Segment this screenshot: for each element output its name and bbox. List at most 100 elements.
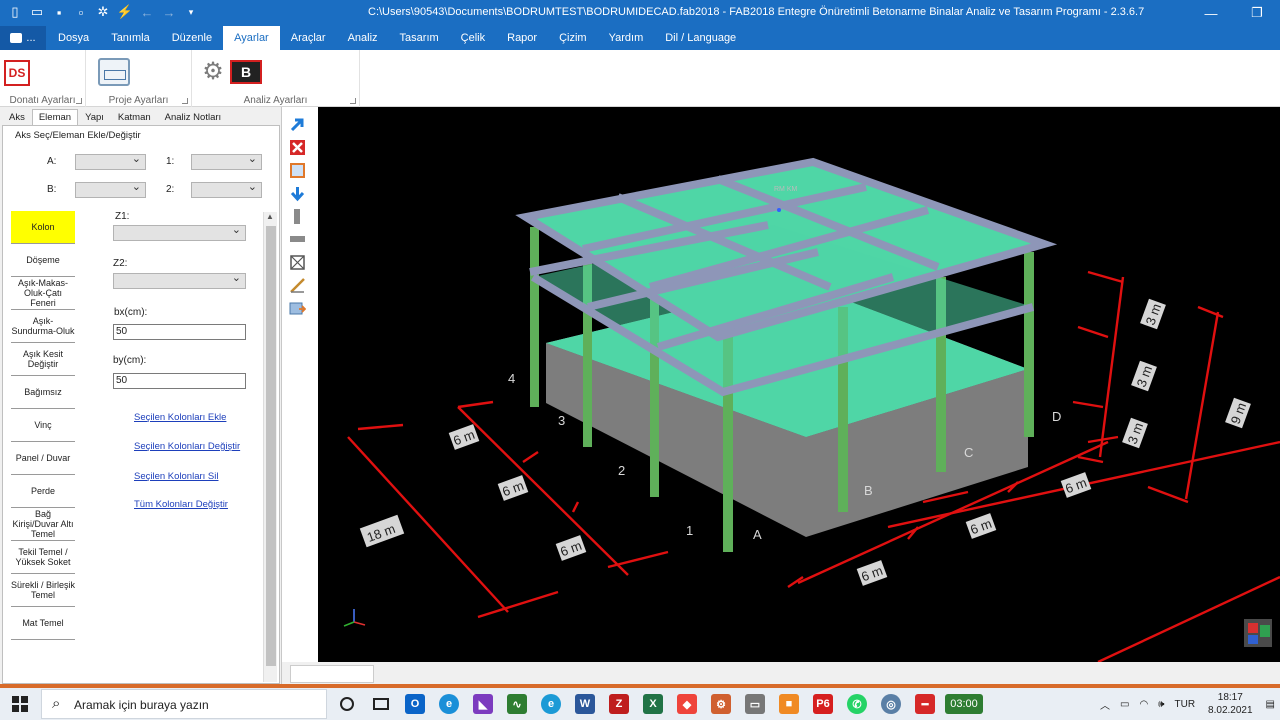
slab-tool-icon[interactable] [289,254,306,271]
new-file-icon[interactable]: ▯ [6,3,24,21]
export-image-icon[interactable] [289,300,306,317]
fab2018-icon[interactable]: ━ [908,688,942,720]
settings-icon[interactable]: ✲ [94,3,112,21]
scroll-up-icon[interactable]: ▲ [266,212,274,221]
internet-explorer-icon[interactable]: e [534,688,568,720]
command-input[interactable] [290,665,374,683]
by-input[interactable]: 50 [113,373,246,389]
dialog-launcher-icon[interactable] [350,98,356,104]
customize-qat-icon[interactable]: ▾ [182,3,200,21]
clock[interactable]: 18:17 8.02.2021 [1200,691,1261,717]
menu-cizim[interactable]: Çizim [548,26,598,50]
sway-icon[interactable]: ∿ [500,688,534,720]
menu-dil[interactable]: Dil / Language [654,26,747,50]
menu-dosya[interactable]: Dosya [47,26,100,50]
app-menu-button[interactable]: ... [0,26,46,50]
outlook-icon[interactable]: O [398,688,432,720]
element-panel-duvar-button[interactable]: Panel / Duvar [11,442,75,475]
menu-duzenle[interactable]: Düzenle [161,26,223,50]
network-tool-icon[interactable]: ◎ [874,688,908,720]
menu-tasarim[interactable]: Tasarım [389,26,450,50]
notifications-icon[interactable]: ▤ [1261,699,1280,710]
printer-icon[interactable]: ▭ [738,688,772,720]
axis-2-select[interactable] [191,180,262,198]
element-bagimsiz-button[interactable]: Bağımsız [11,376,75,409]
undo-icon[interactable]: ← [138,3,156,21]
beam-tool-icon[interactable] [289,231,306,248]
menu-analiz[interactable]: Analiz [337,26,389,50]
project-settings-button[interactable] [98,58,130,86]
element-mat-temel-button[interactable]: Mat Temel [11,607,75,640]
volume-icon[interactable]: 🕪 [1153,699,1169,710]
excel-icon[interactable]: X [636,688,670,720]
edge-icon[interactable]: e [432,688,466,720]
save-as-icon[interactable]: ▫ [72,3,90,21]
analysis-settings-gear-icon[interactable]: ⚙ [200,59,226,85]
delete-selected-columns-link[interactable]: Seçilen Kolonları Sil [134,471,219,482]
tab-yapi[interactable]: Yapı [78,109,111,125]
menu-celik[interactable]: Çelik [450,26,496,50]
restore-icon[interactable]: ❐ [1234,0,1280,26]
minimize-icon[interactable]: — [1188,0,1234,26]
donati-settings-button[interactable]: DS [4,60,30,86]
element-asik-sundurma-button[interactable]: Aşık-Sundurma-Oluk [11,310,75,343]
menu-yardim[interactable]: Yardım [598,26,655,50]
element-vinc-button[interactable]: Vinç [11,409,75,442]
element-surekli-temel-button[interactable]: Sürekli / Birleşik Temel [11,574,75,607]
element-tekil-temel-button[interactable]: Tekil Temel / Yüksek Soket [11,541,75,574]
element-kolon-button[interactable]: Kolon [11,211,75,244]
task-view-icon[interactable] [364,688,398,720]
axis-b-select[interactable] [75,180,146,198]
element-perde-button[interactable]: Perde [11,475,75,508]
tab-aks[interactable]: Aks [2,109,32,125]
open-file-icon[interactable]: ▭ [28,3,46,21]
tab-katman[interactable]: Katman [111,109,158,125]
z1-select[interactable] [113,223,246,241]
dialog-launcher-icon[interactable] [76,98,82,104]
save-icon[interactable]: ▪ [50,3,68,21]
redo-icon[interactable]: → [160,3,178,21]
settings-icon[interactable]: ⚙ [704,688,738,720]
3d-model-viewport[interactable]: 1 2 3 4 A B C D 18 m 6 m 6 m 6 m 6 m 6 m… [318,107,1280,662]
close-red-icon[interactable] [289,139,306,156]
element-doseme-button[interactable]: Döşeme [11,244,75,277]
filezilla-icon[interactable]: Z [602,688,636,720]
element-asik-makas-button[interactable]: Aşık-Makas-Oluk-Çatı Feneri [11,277,75,310]
menu-araclar[interactable]: Araçlar [280,26,337,50]
view-cube-icon[interactable] [1244,619,1272,647]
primavera-icon[interactable]: P6 [806,688,840,720]
z2-select[interactable] [113,271,246,289]
bx-input[interactable]: 50 [113,324,246,340]
element-asik-kesit-button[interactable]: Aşık Kesit Değiştir [11,343,75,376]
element-bag-kirisi-button[interactable]: Bağ Kirişi/Duvar Altı Temel [11,508,75,541]
input-language[interactable]: TUR [1169,699,1200,710]
orange-app-icon[interactable]: ■ [772,688,806,720]
cortana-icon[interactable] [330,688,364,720]
arrow-down-icon[interactable] [289,185,306,202]
visual-studio-icon[interactable]: ◣ [466,688,500,720]
tray-expand-icon[interactable]: ︿ [1095,697,1115,712]
axis-1-select[interactable] [191,152,262,170]
menu-ayarlar[interactable]: Ayarlar [223,26,280,50]
start-button[interactable] [0,688,40,720]
timer-app-icon[interactable]: 03:00 [942,688,986,720]
menu-tanimla[interactable]: Tanımla [100,26,161,50]
panel-scrollbar[interactable]: ▲ [263,212,277,682]
wifi-icon[interactable]: ◠ [1134,699,1153,710]
lightning-icon[interactable]: ⚡ [116,3,134,21]
word-icon[interactable]: W [568,688,602,720]
anydesk-icon[interactable]: ◆ [670,688,704,720]
arrow-up-right-icon[interactable] [289,116,306,133]
network-icon[interactable]: ▭ [1115,699,1134,710]
column-tool-icon[interactable] [289,208,306,225]
scroll-thumb[interactable] [266,226,276,666]
change-selected-columns-link[interactable]: Seçilen Kolonları Değiştir [134,441,240,452]
taskbar-search[interactable]: ⌕ Aramak için buraya yazın [41,689,327,719]
add-selected-columns-link[interactable]: Seçilen Kolonları Ekle [134,412,226,423]
tab-eleman[interactable]: Eleman [31,109,79,125]
tab-analiz-notlari[interactable]: Analiz Notları [158,109,229,125]
change-all-columns-link[interactable]: Tüm Kolonları Değiştir [134,499,228,510]
whatsapp-icon[interactable]: ✆ [840,688,874,720]
dialog-launcher-icon[interactable] [182,98,188,104]
zoom-window-icon[interactable] [289,162,306,179]
